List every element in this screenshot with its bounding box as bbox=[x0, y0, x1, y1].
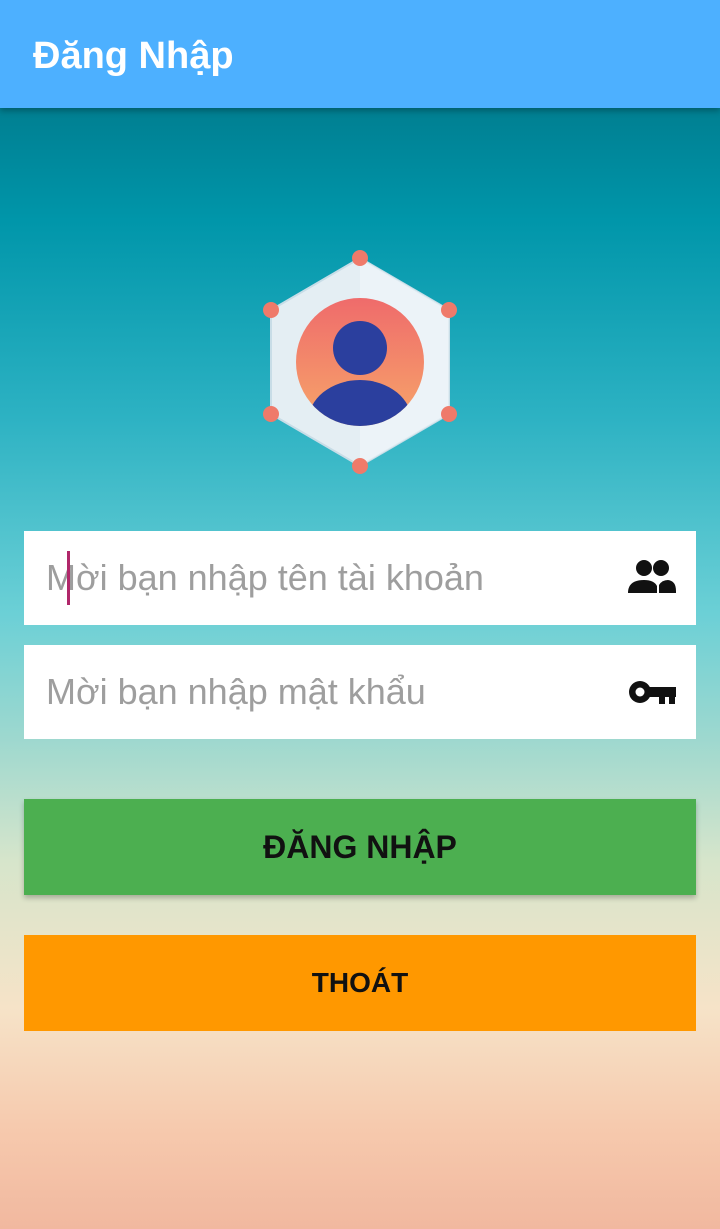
people-icon bbox=[628, 560, 676, 593]
username-field[interactable] bbox=[24, 531, 696, 625]
login-screen: Đăng Nhập Mời bạn nhập tên tài khoản ĐĂN… bbox=[0, 0, 720, 1229]
login-button[interactable]: ĐĂNG NHẬP bbox=[24, 799, 696, 895]
password-input[interactable] bbox=[46, 645, 606, 739]
username-input[interactable] bbox=[46, 531, 606, 625]
exit-button[interactable]: THOÁT bbox=[24, 935, 696, 1031]
user-avatar-hexagon-icon bbox=[263, 250, 457, 474]
text-cursor bbox=[67, 551, 70, 605]
password-field[interactable] bbox=[24, 645, 696, 739]
key-icon bbox=[629, 681, 676, 704]
page-title: Đăng Nhập bbox=[33, 35, 234, 77]
app-bar: Đăng Nhập bbox=[0, 0, 720, 108]
